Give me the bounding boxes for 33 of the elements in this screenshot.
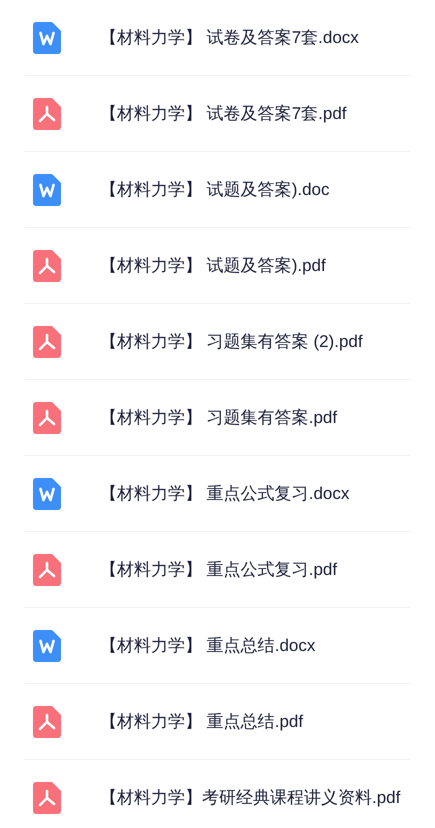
file-name: 【材料力学】 习题集有答案.pdf [100, 406, 338, 429]
file-list-item[interactable]: 【材料力学】 重点公式复习.docx [24, 456, 411, 532]
file-list-item[interactable]: 【材料力学】 试题及答案).pdf [24, 228, 411, 304]
pdf-document-icon [33, 706, 61, 738]
file-name: 【材料力学】 重点总结.docx [100, 634, 316, 657]
file-name: 【材料力学】 重点公式复习.docx [100, 482, 350, 505]
file-name: 【材料力学】 重点公式复习.pdf [100, 558, 338, 581]
file-name: 【材料力学】 重点总结.pdf [100, 710, 304, 733]
file-name: 【材料力学】 试卷及答案7套.pdf [100, 102, 347, 125]
word-document-icon [33, 478, 61, 510]
file-list-item[interactable]: 【材料力学】 试题及答案).doc [24, 152, 411, 228]
word-document-icon [33, 22, 61, 54]
file-list-item[interactable]: 【材料力学】 习题集有答案 (2).pdf [24, 304, 411, 380]
file-name: 【材料力学】 习题集有答案 (2).pdf [100, 330, 363, 353]
pdf-document-icon [33, 554, 61, 586]
file-name: 【材料力学】考研经典课程讲义资料.pdf [100, 786, 400, 809]
file-list-item[interactable]: 【材料力学】 重点总结.pdf [24, 684, 411, 760]
pdf-document-icon [33, 402, 61, 434]
pdf-document-icon [33, 326, 61, 358]
file-name: 【材料力学】 试题及答案).doc [100, 178, 330, 201]
file-list-item[interactable]: 【材料力学】考研经典课程讲义资料.pdf [24, 760, 411, 828]
file-list-item[interactable]: 【材料力学】 试卷及答案7套.docx [24, 0, 411, 76]
file-list-item[interactable]: 【材料力学】 试卷及答案7套.pdf [24, 76, 411, 152]
file-name: 【材料力学】 试题及答案).pdf [100, 254, 326, 277]
file-list-item[interactable]: 【材料力学】 重点公式复习.pdf [24, 532, 411, 608]
file-list-item[interactable]: 【材料力学】 重点总结.docx [24, 608, 411, 684]
word-document-icon [33, 174, 61, 206]
pdf-document-icon [33, 250, 61, 282]
pdf-document-icon [33, 782, 61, 814]
pdf-document-icon [33, 98, 61, 130]
word-document-icon [33, 630, 61, 662]
file-list-item[interactable]: 【材料力学】 习题集有答案.pdf [24, 380, 411, 456]
file-name: 【材料力学】 试卷及答案7套.docx [100, 26, 359, 49]
